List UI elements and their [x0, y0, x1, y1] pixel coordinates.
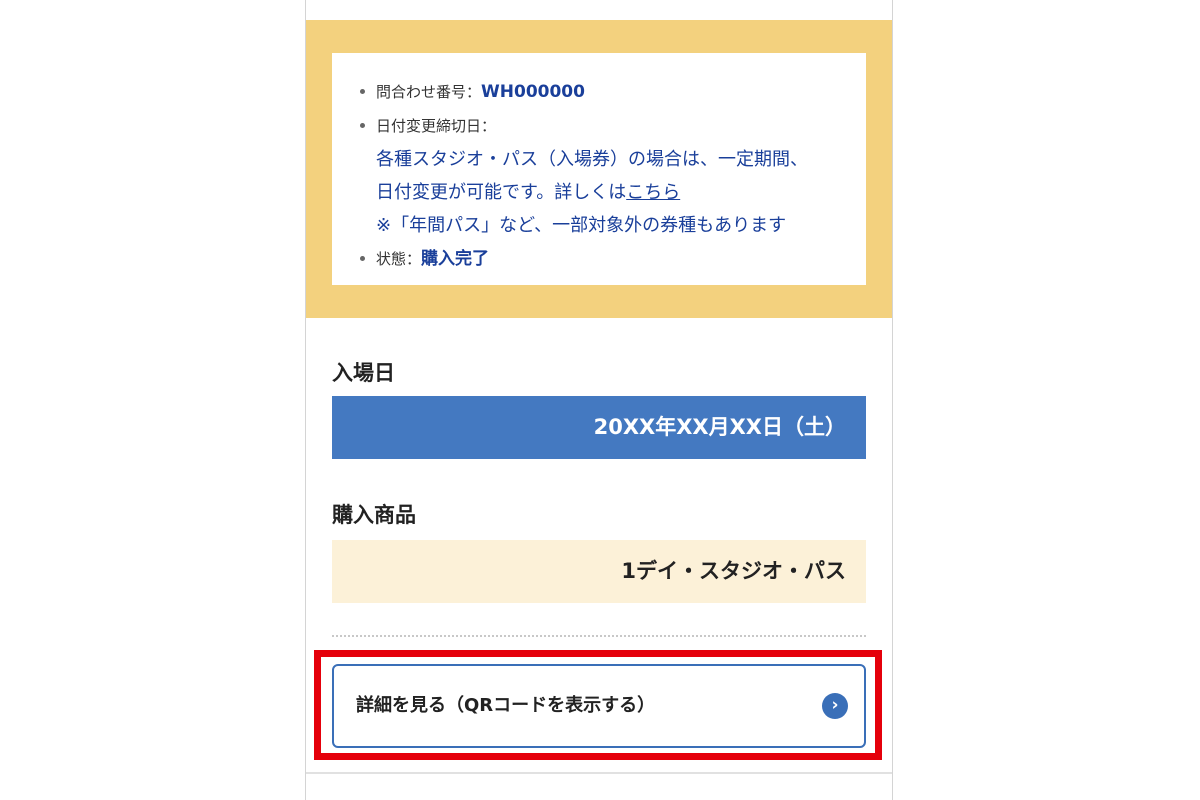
date-change-deadline-label: 日付変更締切日：: [376, 117, 497, 135]
bullet-icon: [360, 89, 365, 94]
date-change-note-line1: 各種スタジオ・パス（入場券）の場合は、一定期間、: [376, 149, 808, 170]
inquiry-number-label: 問合わせ番号：: [376, 83, 482, 101]
ticket-info-card: 問合わせ番号：WH000000 日付変更締切日： 各種スタジオ・パス（入場券）の…: [332, 53, 866, 285]
ticket-info-list: 問合わせ番号：WH000000 日付変更締切日： 各種スタジオ・パス（入場券）の…: [358, 75, 858, 276]
view-details-qr-label: 詳細を見る（QRコードを表示する）: [356, 695, 656, 716]
inquiry-number-value: WH000000: [481, 82, 585, 102]
entry-date-heading: 入場日: [332, 361, 395, 385]
inquiry-number-row: 問合わせ番号：WH000000: [358, 75, 858, 109]
bullet-icon: [360, 256, 365, 261]
details-link[interactable]: こちら: [626, 182, 680, 203]
bullet-icon: [360, 123, 365, 128]
chevron-right-icon: ›: [822, 693, 848, 719]
date-change-note-prefix: 日付変更が可能です。詳しくは: [376, 182, 627, 203]
purchased-product-value: 1デイ・スタジオ・パス: [332, 540, 866, 603]
date-change-note-line2: 日付変更が可能です。詳しくはこちら: [358, 176, 858, 209]
dotted-divider: [332, 635, 866, 637]
entry-date-value: 20XX年XX月XX日（土）: [332, 396, 866, 459]
bottom-divider: [306, 772, 892, 774]
date-change-note-line3: ※「年間パス」など、一部対象外の券種もあります: [376, 215, 787, 236]
mobile-page: 問合わせ番号：WH000000 日付変更締切日： 各種スタジオ・パス（入場券）の…: [305, 0, 893, 800]
view-details-qr-button[interactable]: 詳細を見る（QRコードを表示する） ›: [332, 664, 866, 748]
status-row: 状態：購入完了: [358, 242, 858, 276]
status-label: 状態：: [376, 250, 422, 268]
date-change-deadline-row: 日付変更締切日：: [358, 109, 858, 143]
status-value: 購入完了: [421, 249, 490, 269]
purchased-product-heading: 購入商品: [332, 503, 416, 527]
ticket-info-panel: 問合わせ番号：WH000000 日付変更締切日： 各種スタジオ・パス（入場券）の…: [306, 20, 892, 318]
